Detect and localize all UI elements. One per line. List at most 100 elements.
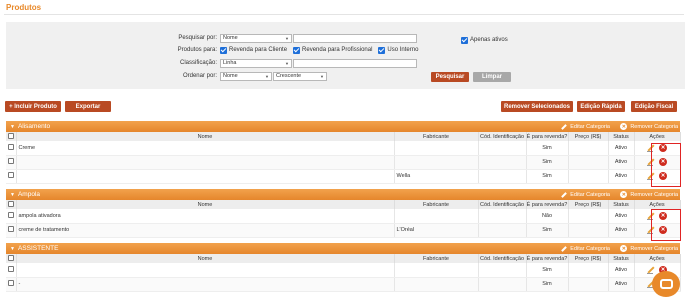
chevron-down-icon: ▼	[285, 35, 289, 41]
product-code	[478, 141, 527, 156]
table-header-row: Nome Fabricante Cód. Identificação É para r…	[6, 200, 681, 209]
column-header[interactable]: Cód. Identificação	[478, 132, 527, 141]
search-by-label: Pesquisar por:	[178, 35, 217, 41]
search-input[interactable]	[293, 33, 417, 43]
column-header[interactable]: É para revenda?	[526, 254, 569, 263]
order-by-label: Ordenar por:	[182, 73, 217, 79]
row-checkbox[interactable]	[7, 211, 14, 218]
table-row[interactable]: -SimAtivo✕	[6, 277, 681, 292]
product-status: Ativo	[608, 277, 635, 292]
table-row[interactable]: Creme Sim Ativo ✕	[6, 141, 681, 156]
resale-client-checkbox[interactable]: Revenda para Cliente	[220, 46, 287, 54]
chat-button[interactable]	[652, 271, 680, 297]
table-row[interactable]: Wella Sim Ativo ✕	[6, 169, 681, 184]
column-header[interactable]: Fabricante	[394, 254, 479, 263]
column-header[interactable]: Preço (R$)	[568, 254, 609, 263]
product-resale: Sim	[526, 223, 569, 238]
resale-professional-checkbox[interactable]: Revenda para Profissional	[293, 46, 372, 54]
column-header[interactable]: Nome	[16, 200, 395, 209]
order-field-select[interactable]: Nome ▼	[220, 71, 272, 81]
row-checkbox[interactable]	[7, 265, 14, 272]
column-header[interactable]: Nome	[16, 254, 395, 263]
chevron-down-icon: ▼	[320, 73, 324, 79]
row-checkbox[interactable]	[7, 158, 14, 164]
column-header[interactable]: É para revenda?	[526, 200, 569, 209]
classification-select[interactable]: Linha ▼	[220, 58, 292, 68]
edit-category-button[interactable]: Editar Categoria	[560, 123, 610, 130]
product-status: Ativo	[608, 141, 635, 156]
collapse-triangle-icon[interactable]: ▼	[10, 246, 15, 252]
table-row[interactable]: ampola ativadora Não Ativo ✕	[6, 209, 681, 224]
column-header[interactable]: Status	[608, 254, 635, 263]
product-name[interactable]	[16, 263, 395, 278]
category-header[interactable]: ▼ ASSISTENTE Editar Categoria ✕ Remover Cate…	[6, 243, 680, 254]
page-title: Produtos	[6, 3, 42, 12]
remove-selected-button[interactable]: Remover Selecionados	[501, 101, 573, 112]
column-header[interactable]: Ações	[634, 132, 681, 141]
close-circle-icon: ✕	[620, 245, 628, 252]
row-checkbox[interactable]	[7, 226, 14, 232]
category-alisamento: ▼ Alisamento Editar Categoria ✕ Remover Cate…	[6, 121, 681, 184]
edit-category-button[interactable]: Editar Categoria	[560, 191, 610, 198]
column-header[interactable]: Preço (R$)	[568, 200, 609, 209]
search-field-select[interactable]: Nome ▼	[220, 33, 292, 43]
order-direction-select[interactable]: Crescente ▼	[273, 71, 327, 81]
column-header[interactable]: Status	[608, 200, 635, 209]
select-all-checkbox[interactable]	[7, 200, 14, 207]
product-code	[478, 169, 527, 184]
column-header[interactable]: Ações	[634, 200, 681, 209]
product-name[interactable]: -	[16, 277, 395, 292]
only-active-checkbox[interactable]: Apenas ativos	[461, 36, 508, 44]
table-row[interactable]: creme de tratamento L'Oréal Sim Ativo ✕	[6, 223, 681, 238]
export-button[interactable]: Exportar	[65, 101, 111, 112]
pencil-icon	[560, 123, 567, 130]
table-row[interactable]: Sim Ativo ✕	[6, 155, 681, 170]
product-maker	[394, 141, 479, 156]
product-name[interactable]	[16, 169, 395, 184]
row-checkbox[interactable]	[7, 280, 14, 286]
column-header[interactable]: Ações	[634, 254, 681, 263]
column-header[interactable]: Fabricante	[394, 200, 479, 209]
tax-edit-button[interactable]: Edição Fiscal	[631, 101, 677, 112]
column-header[interactable]: Status	[608, 132, 635, 141]
search-button[interactable]: Pesquisar	[431, 72, 469, 82]
select-all-checkbox[interactable]	[7, 132, 14, 139]
category-name: Ampola	[17, 191, 40, 198]
select-all-checkbox[interactable]	[7, 254, 14, 261]
column-header[interactable]: É para revenda?	[526, 132, 569, 141]
column-header[interactable]: Nome	[16, 132, 395, 141]
collapse-triangle-icon[interactable]: ▼	[10, 192, 15, 198]
table-row[interactable]: Sim Ativo ✕	[6, 263, 681, 278]
classification-input[interactable]	[293, 58, 417, 68]
product-maker: L'Oréal	[394, 223, 479, 238]
edit-category-button[interactable]: Editar Categoria	[560, 245, 610, 252]
category-header[interactable]: ▼ Ampola Editar Categoria ✕ Remover Categori…	[6, 189, 680, 200]
remove-category-button[interactable]: ✕ Remover Categoria	[620, 123, 678, 130]
row-checkbox[interactable]	[7, 143, 14, 150]
remove-category-button[interactable]: ✕ Remover Categoria	[620, 245, 678, 252]
column-header[interactable]: Cód. Identificação	[478, 200, 527, 209]
add-product-button[interactable]: + Incluir Produto	[5, 101, 61, 112]
category-header[interactable]: ▼ Alisamento Editar Categoria ✕ Remover Cate…	[6, 121, 680, 132]
row-checkbox[interactable]	[7, 172, 14, 178]
column-header[interactable]: Fabricante	[394, 132, 479, 141]
product-resale: Sim	[526, 155, 569, 170]
remove-category-button[interactable]: ✕ Remover Categoria	[620, 191, 678, 198]
product-name[interactable]: creme de tratamento	[16, 223, 395, 238]
product-price	[568, 277, 609, 292]
product-name[interactable]: Creme	[16, 141, 395, 156]
internal-use-checkbox[interactable]: Uso Interno	[378, 46, 418, 54]
product-name[interactable]	[16, 155, 395, 170]
collapse-triangle-icon[interactable]: ▼	[10, 124, 15, 130]
edit-icon[interactable]	[647, 266, 655, 274]
product-maker	[394, 277, 479, 292]
product-maker: Wella	[394, 169, 479, 184]
product-price	[568, 169, 609, 184]
quick-edit-button[interactable]: Edição Rápida	[577, 101, 625, 112]
column-header[interactable]: Preço (R$)	[568, 132, 609, 141]
classification-label: Classificação:	[179, 60, 217, 66]
column-header[interactable]: Cód. Identificação	[478, 254, 527, 263]
pencil-icon	[560, 245, 567, 252]
product-name[interactable]: ampola ativadora	[16, 209, 395, 224]
clear-button[interactable]: Limpar	[473, 72, 511, 82]
